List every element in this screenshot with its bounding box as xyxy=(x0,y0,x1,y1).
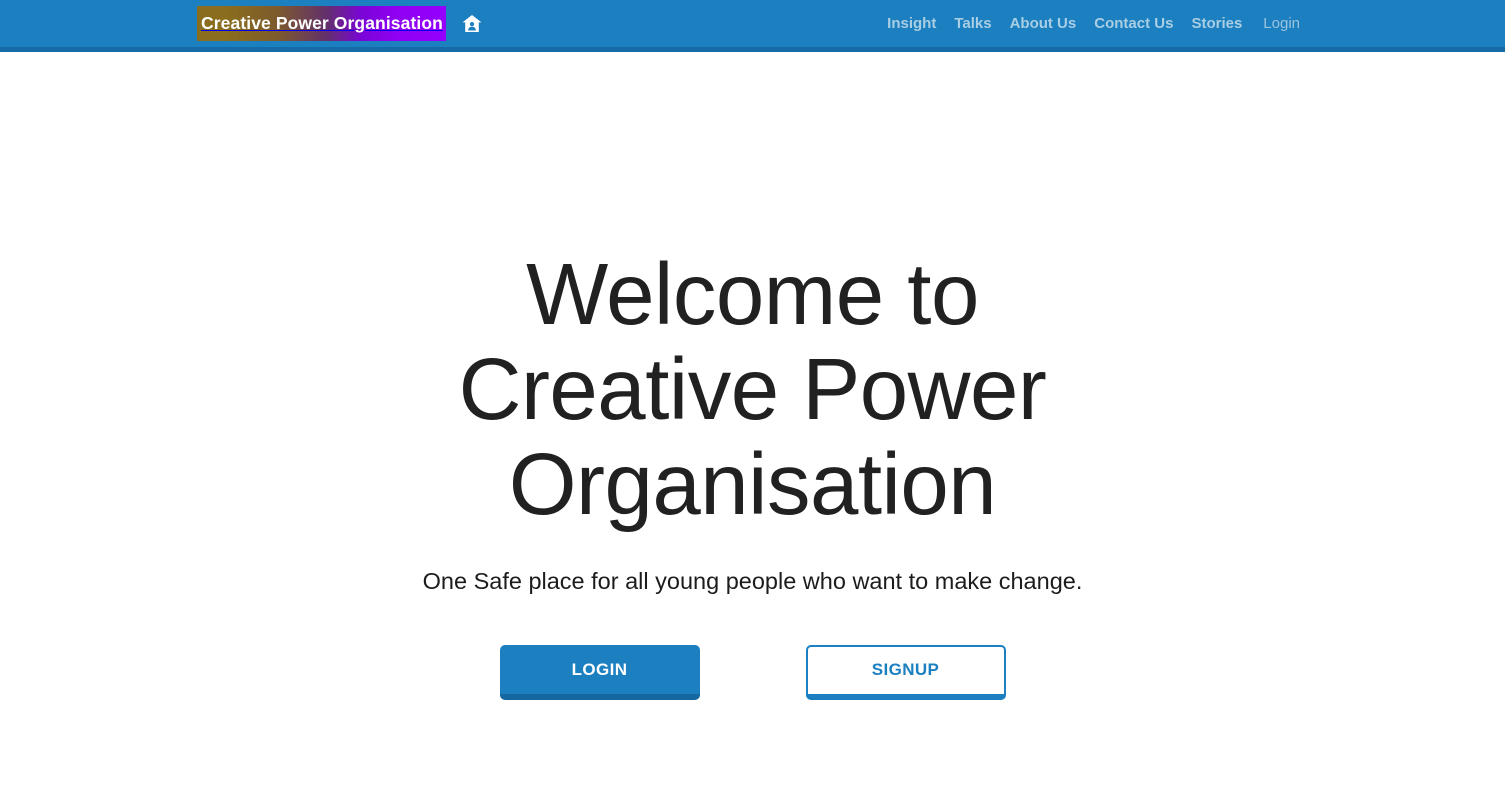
header-inner: Creative Power Organisation Insight Talk… xyxy=(0,0,1505,47)
page-title: Welcome to Creative Power Organisation xyxy=(458,246,1047,533)
hero-section: Welcome to Creative Power Organisation O… xyxy=(0,52,1505,701)
nav-link-insight[interactable]: Insight xyxy=(878,0,945,47)
main-navigation: Insight Talks About Us Contact Us Storie… xyxy=(878,0,1300,47)
login-button[interactable]: LOGIN xyxy=(499,645,700,701)
nav-link-talks[interactable]: Talks xyxy=(945,0,1000,47)
brand-logo-text: Creative Power Organisation xyxy=(201,12,443,33)
hero-actions: LOGIN SIGNUP xyxy=(0,645,1505,701)
brand-logo[interactable]: Creative Power Organisation xyxy=(197,6,446,41)
nav-link-contact-us[interactable]: Contact Us xyxy=(1085,0,1182,47)
nav-link-login[interactable]: Login xyxy=(1251,0,1300,47)
hero-subtitle: One Safe place for all young people who … xyxy=(422,568,1083,595)
site-header: Creative Power Organisation Insight Talk… xyxy=(0,0,1505,52)
home-person-icon xyxy=(460,12,484,36)
brand-area: Creative Power Organisation xyxy=(197,6,490,41)
home-link[interactable] xyxy=(454,6,490,41)
nav-link-about-us[interactable]: About Us xyxy=(1001,0,1086,47)
signup-button[interactable]: SIGNUP xyxy=(805,645,1006,701)
nav-link-stories[interactable]: Stories xyxy=(1182,0,1251,47)
